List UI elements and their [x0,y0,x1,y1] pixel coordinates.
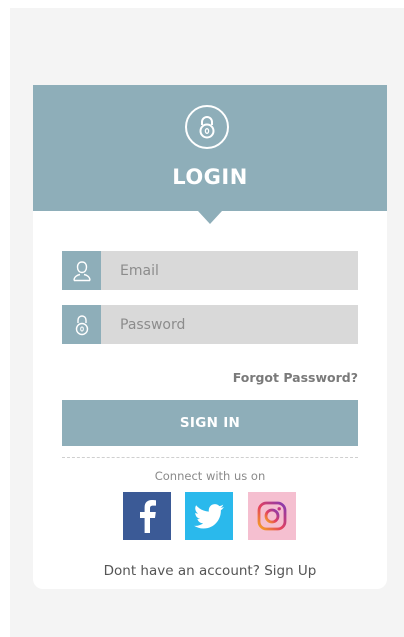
connect-label: Connect with us on [154,469,266,483]
email-input[interactable] [101,251,358,290]
forgot-password-link[interactable]: Forgot Password? [233,370,358,385]
twitter-icon [194,503,224,528]
password-field-group [62,305,358,344]
page-title: LOGIN [172,165,248,189]
twitter-button[interactable] [185,492,233,540]
signup-prompt: Dont have an account? Sign Up [33,563,387,579]
sign-up-link[interactable]: Sign Up [264,563,316,579]
facebook-button[interactable] [123,492,171,540]
signup-prompt-text: Dont have an account? [103,563,265,579]
instagram-icon [257,501,287,531]
instagram-button[interactable] [248,492,296,540]
user-icon [62,251,101,290]
facebook-icon [140,500,156,533]
padlock-icon [62,305,101,344]
divider [62,457,358,458]
sign-in-button[interactable]: SIGN IN [62,400,358,446]
header-pointer [198,211,222,224]
email-field-group [62,251,358,290]
password-input[interactable] [101,305,358,344]
padlock-icon [185,105,229,149]
